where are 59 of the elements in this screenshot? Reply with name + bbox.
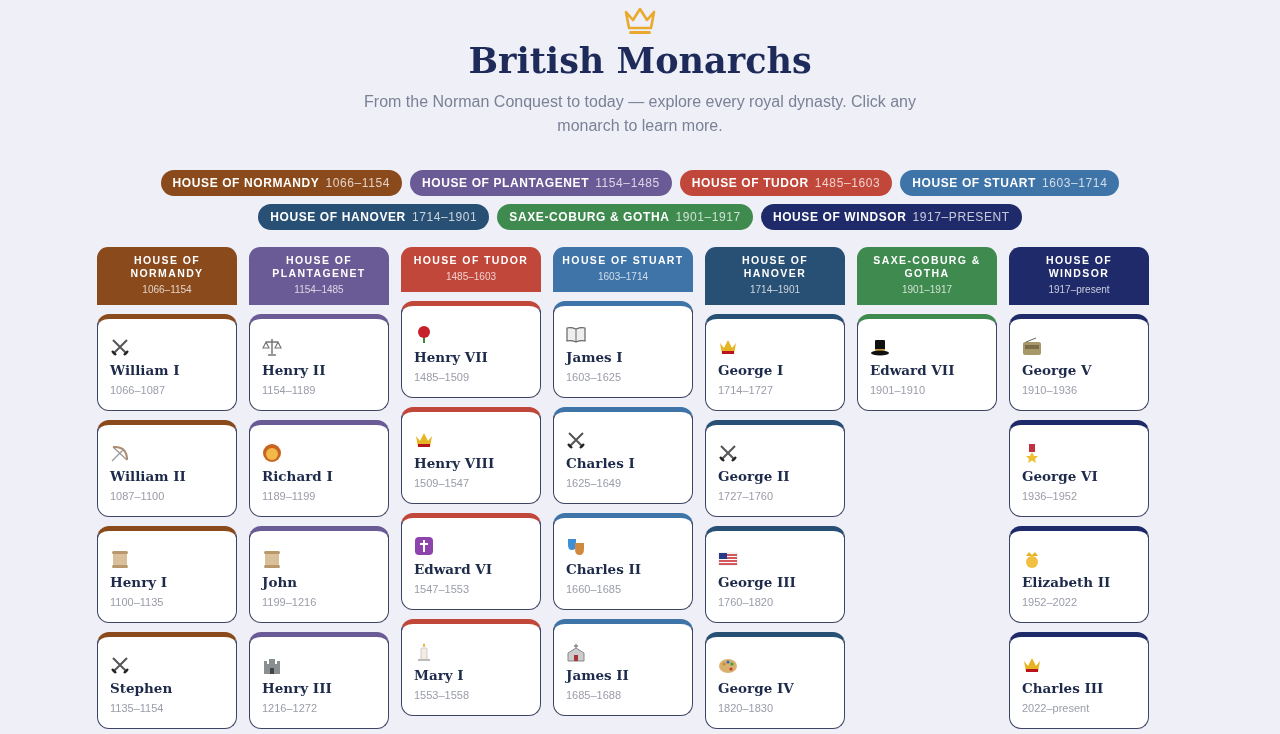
house-dates: 1066–1154 <box>141 283 193 297</box>
house-name: HOUSE OF TUDOR <box>412 254 530 267</box>
house-dates: 1603–1714 <box>596 270 650 284</box>
monarch-card[interactable]: Mary I 1553–1558 <box>401 619 541 716</box>
house-name: SAXE-COBURG & GOTHA <box>872 254 982 280</box>
house-dates: 1154–1485 <box>293 283 345 297</box>
monarch-card[interactable]: Stephen 1135–1154 <box>97 632 237 729</box>
house-name: HOUSE OF NORMANDY <box>129 254 205 280</box>
house-filter-pill[interactable]: HOUSE OF PLANTAGENET 1154–1485 <box>410 170 672 196</box>
house-name: HOUSE OF STUART <box>561 254 685 267</box>
monarch-card[interactable]: Edward VI 1547–1553 <box>401 513 541 610</box>
scroll-icon <box>110 548 130 569</box>
house-dates: 1917–present <box>1047 283 1111 297</box>
house-filter-pill[interactable]: SAXE-COBURG & GOTHA 1901–1917 <box>497 204 753 230</box>
monarch-card[interactable]: Henry VIII 1509–1547 <box>401 407 541 504</box>
monarch-card[interactable]: Henry III 1216–1272 <box>249 632 389 729</box>
monarch-card[interactable]: George VI 1936–1952 <box>1009 420 1149 517</box>
page-title: British Monarchs <box>467 40 813 82</box>
monarch-card[interactable]: William I 1066–1087 <box>97 314 237 411</box>
house-dates: 1485–1603 <box>444 270 498 284</box>
monarch-card[interactable]: George II 1727–1760 <box>705 420 845 517</box>
monarch-card[interactable]: William II 1087–1100 <box>97 420 237 517</box>
monarch-card[interactable]: John 1199–1216 <box>249 526 389 623</box>
monarch-card[interactable]: Henry VII 1485–1509 <box>401 301 541 398</box>
monarch-card[interactable]: James I 1603–1625 <box>553 301 693 398</box>
house-filter-pill[interactable]: HOUSE OF TUDOR 1485–1603 <box>679 170 893 196</box>
crossed-swords-icon <box>718 442 738 463</box>
cross-icon <box>414 535 434 556</box>
church-icon <box>566 641 586 662</box>
house-filter-pill[interactable]: HOUSE OF HANOVER 1714–1901 <box>258 204 490 230</box>
house-name: HOUSE OF WINDSOR <box>1044 254 1113 280</box>
monarch-card[interactable]: Charles II 1660–1685 <box>553 513 693 610</box>
house-filter-pill[interactable]: HOUSE OF NORMANDY 1066–1154 <box>160 170 403 196</box>
monarch-card[interactable]: George I 1714–1727 <box>705 314 845 411</box>
house-dates: 1901–1917 <box>900 283 954 297</box>
monarch-card[interactable]: James II 1685–1688 <box>553 619 693 716</box>
monarch-card[interactable]: Elizabeth II 1952–2022 <box>1009 526 1149 623</box>
scroll-icon <box>262 548 282 569</box>
crossed-swords-icon <box>110 336 130 357</box>
house-filter-pill[interactable]: HOUSE OF STUART 1603–1714 <box>900 170 1120 196</box>
house-name: HOUSE OF PLANTAGENET <box>271 254 367 280</box>
monarch-card[interactable]: Charles I 1625–1649 <box>553 407 693 504</box>
crossed-swords-icon <box>566 429 586 450</box>
scales-icon <box>262 336 282 357</box>
page-subtitle: From the Norman Conquest to today — explore every royal dynasty. Click any monarch to learn more. <box>363 92 917 136</box>
monarch-card[interactable]: George IV 1820–1830 <box>705 632 845 729</box>
house-name: HOUSE OF HANOVER <box>740 254 809 280</box>
house-dates: 1714–1901 <box>748 283 802 297</box>
monarch-card[interactable]: George III 1760–1820 <box>705 526 845 623</box>
crown-icon <box>623 6 657 36</box>
crossed-swords-icon <box>110 654 130 675</box>
monarch-card[interactable]: George V 1910–1936 <box>1009 314 1149 411</box>
house-filter-pill[interactable]: HOUSE OF WINDSOR 1917–PRESENT <box>760 204 1022 230</box>
monarch-card[interactable]: Edward VII 1901–1910 <box>857 314 997 411</box>
monarch-card[interactable]: Charles III 2022–present <box>1009 632 1149 729</box>
radio-icon <box>1022 336 1042 357</box>
monarch-card[interactable]: Richard I 1189–1199 <box>249 420 389 517</box>
monarch-card[interactable]: Henry I 1100–1135 <box>97 526 237 623</box>
monarch-card[interactable]: Henry II 1154–1189 <box>249 314 389 411</box>
